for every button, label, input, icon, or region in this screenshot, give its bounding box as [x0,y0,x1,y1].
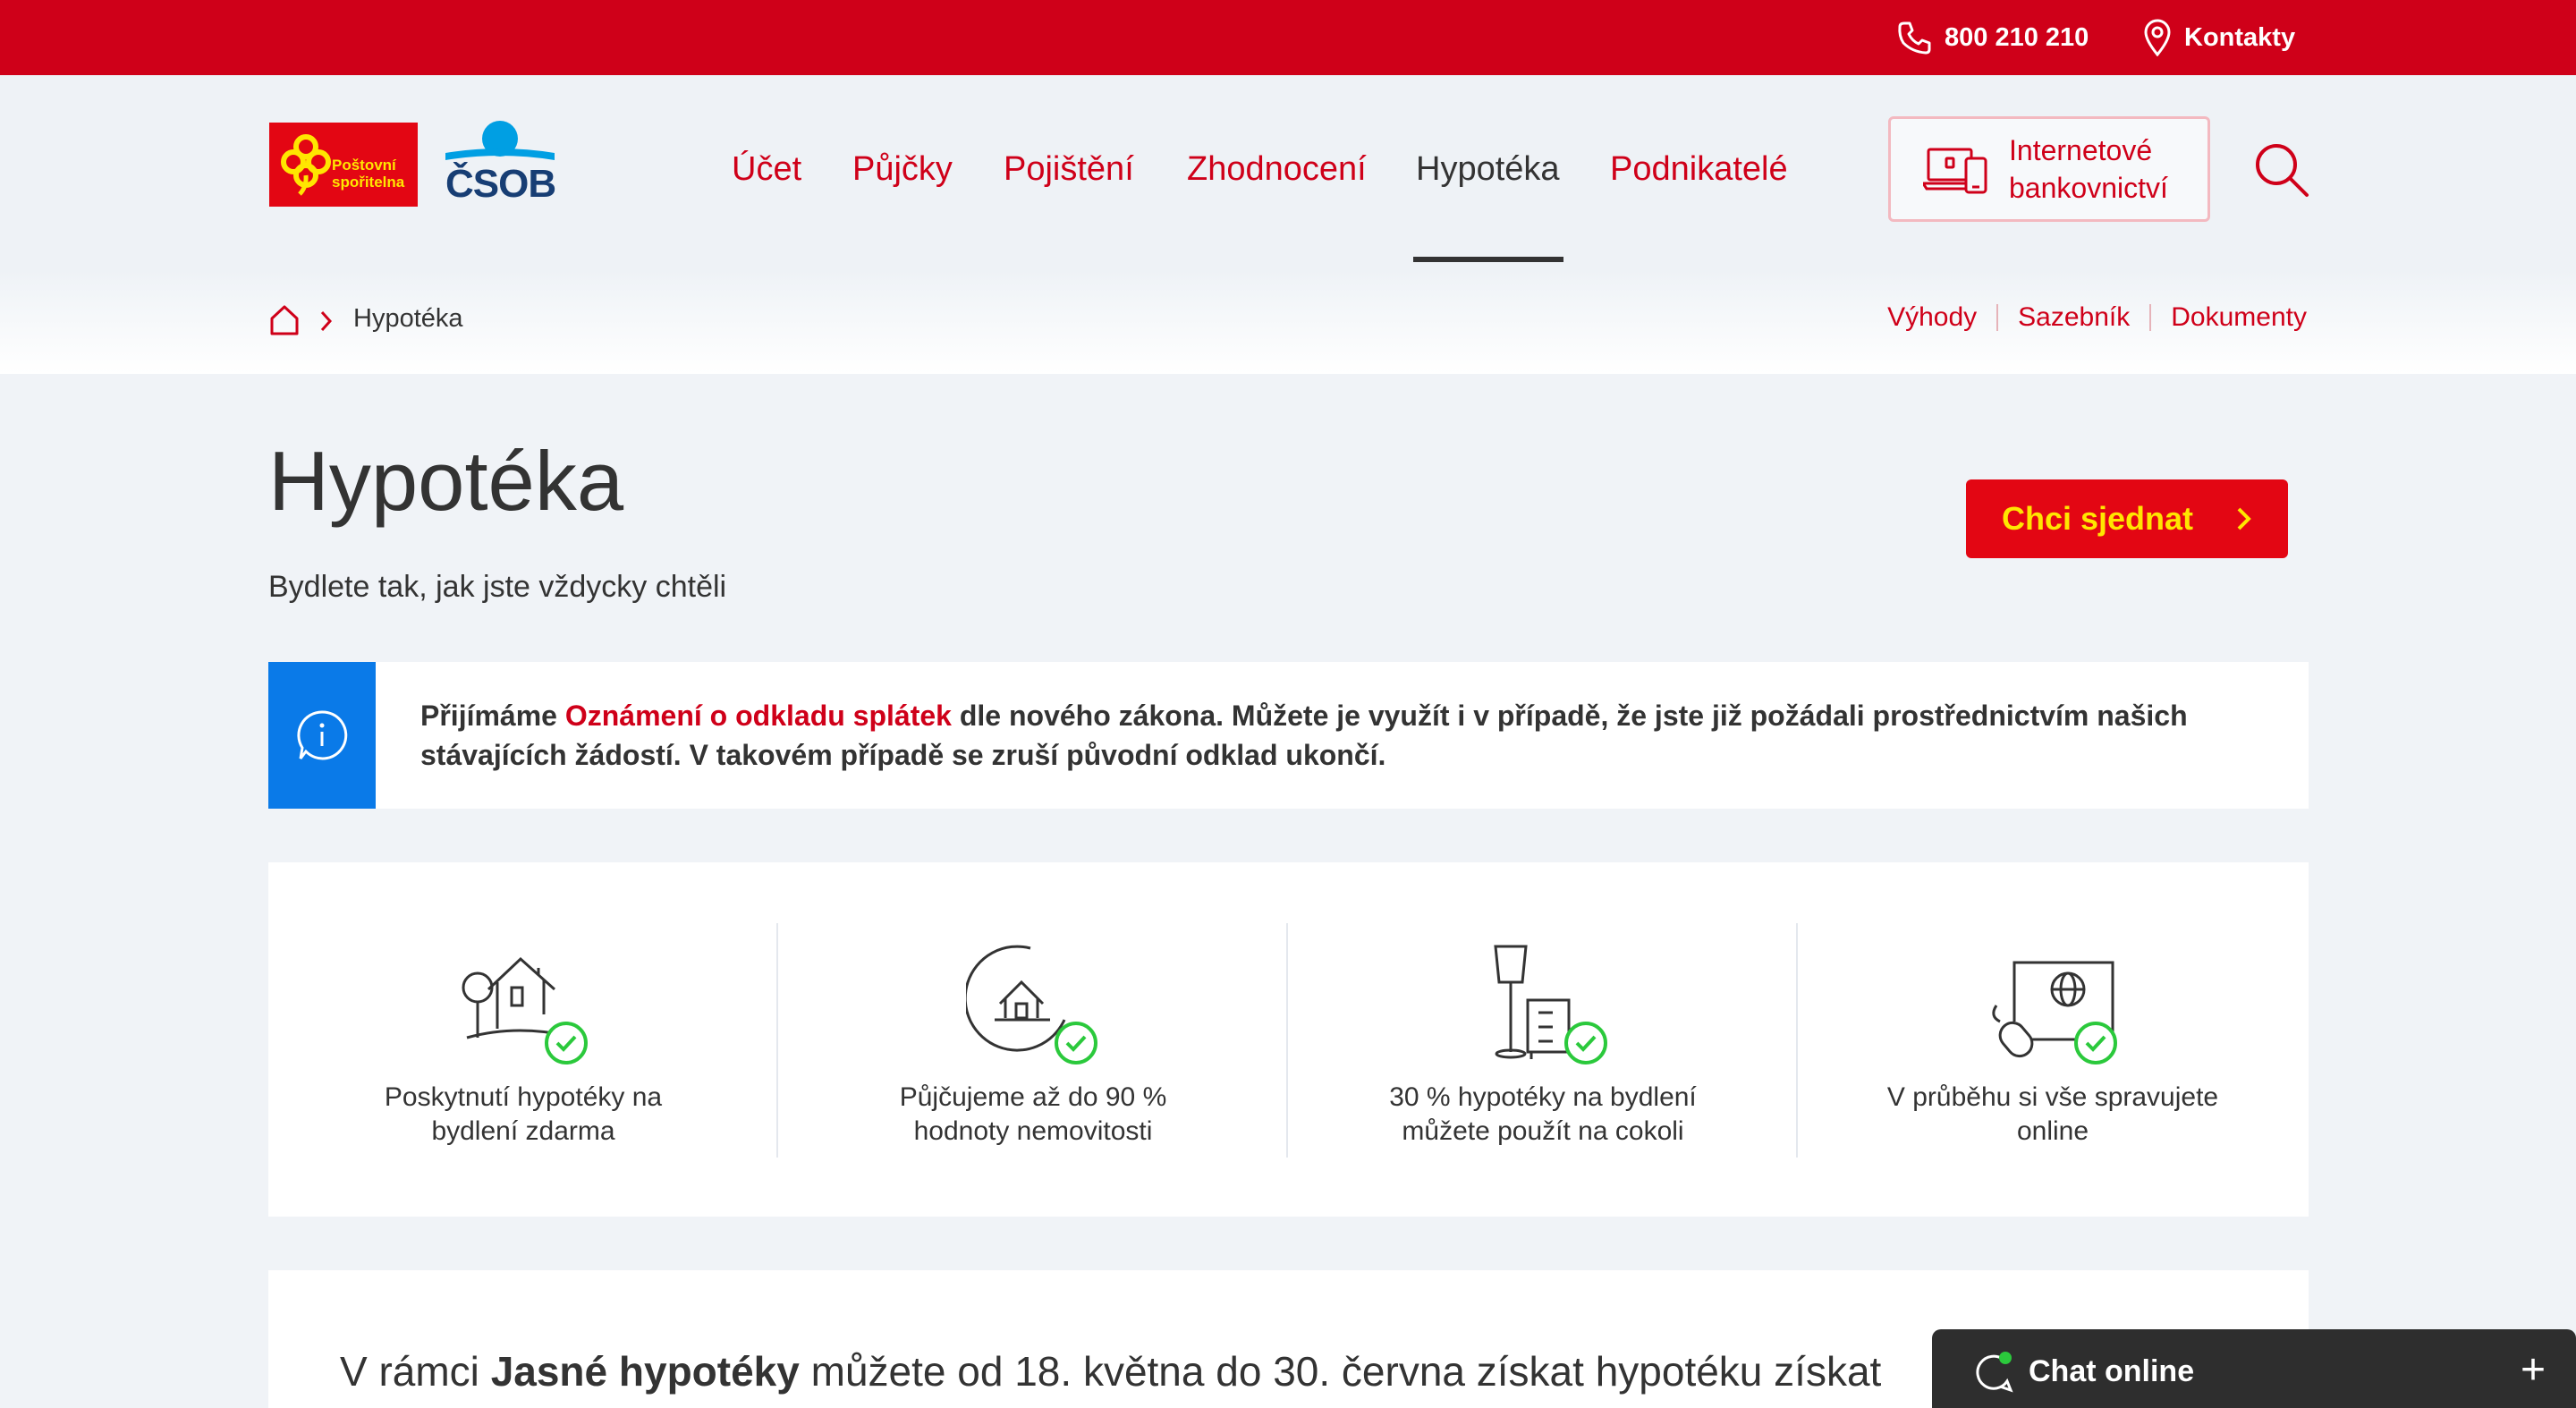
feature-item: V průběhu si vše spravujete online [1798,862,2308,1217]
internet-banking-button[interactable]: Internetové bankovnictví [1888,116,2210,222]
csob-logo[interactable]: ČSOB [445,121,556,210]
phone-icon [1898,21,1931,55]
feature-label: Poskytnutí hypotéky na bydlení zdarma [384,1082,663,1146]
subnav-sazebnik[interactable]: Sazebník [2018,302,2130,333]
postovni-sporitelna-logo[interactable]: Poštovní spořitelna [269,123,418,207]
subnav-divider [1996,304,1999,331]
feature-item: 30 % hypotéky na bydlení můžete použít na… [1288,862,1798,1217]
chevron-right-icon [2237,507,2251,530]
chat-widget[interactable]: Chat online + [1932,1329,2576,1408]
info-text: Přijímáme Oznámení o odkladu splátek dle… [420,700,2188,771]
nav-item-podnikatele[interactable]: Podnikatelé [1610,150,1788,189]
feature-item: Půjčujeme až do 90 % hodnoty nemovitosti [778,862,1288,1217]
chat-label: Chat online [2029,1354,2195,1388]
page-lead: Bydlete tak, jak jste vždycky chtěli [268,570,727,604]
postovni-logo-text: Poštovní spořitelna [332,157,405,191]
nav-item-hypoteka[interactable]: Hypotéka [1416,150,1560,189]
breadcrumb-current: Hypotéka [353,304,463,333]
contacts-link[interactable]: Kontakty [2143,0,2295,75]
house-tree-check-icon [462,956,588,1064]
nav-active-indicator [1413,257,1563,262]
search-icon[interactable] [2253,141,2310,199]
home-icon[interactable] [269,304,300,336]
furniture-check-icon [1494,945,1607,1064]
feature-label: V průběhu si vše spravujete online [1886,1082,2219,1146]
computer-check-icon [1992,961,2117,1064]
info-icon [297,710,348,760]
chevron-right-icon [320,310,333,332]
phone-number: 800 210 210 [1945,22,2089,52]
csob-mark-icon [445,121,555,160]
subnav-divider [2149,304,2152,331]
info-link[interactable]: Oznámení o odkladu splátek [565,700,952,732]
location-pin-icon [2144,19,2171,56]
cta-button[interactable]: Chci sjednat [1966,479,2288,558]
page-title: Hypotéka [268,434,624,528]
promo-text: V rámci Jasné hypotéky můžete od 18. kvě… [340,1348,1882,1395]
feature-label: Půjčujeme až do 90 % hodnoty nemovitosti [899,1082,1167,1146]
nav-item-pujcky[interactable]: Půjčky [852,150,953,189]
laptop-phone-icon [1923,148,1987,194]
chat-bubble-icon [1976,1352,2013,1393]
clover-icon [281,134,331,196]
subnav-dokumenty[interactable]: Dokumenty [2171,302,2307,333]
house-circle-check-icon [966,945,1097,1064]
info-notice: Přijímáme Oznámení o odkladu splátek dle… [268,662,2309,809]
header: Poštovní spořitelna ČSOB Účet Půjčky Poj… [0,75,2576,374]
feature-item: Poskytnutí hypotéky na bydlení zdarma [268,862,778,1217]
chat-expand-icon[interactable]: + [2521,1345,2546,1395]
cta-label: Chci sjednat [2002,500,2194,537]
subnav: Výhody Sazebník Dokumenty [1887,302,2307,333]
nav-item-zhodnoceni[interactable]: Zhodnocení [1187,150,1367,189]
subnav-vyhody[interactable]: Výhody [1887,302,1977,333]
info-icon-box [268,662,376,809]
features-panel: Poskytnutí hypotéky na bydlení zdarma Půj… [268,862,2309,1217]
internet-banking-label: Internetové bankovnictví [2009,134,2168,204]
top-bar: 800 210 210 Kontakty [0,0,2576,75]
contacts-label: Kontakty [2184,22,2296,52]
feature-label: 30 % hypotéky na bydlení můžete použít na… [1389,1082,1697,1146]
phone-link[interactable]: 800 210 210 [1896,0,2089,75]
nav-item-pojisteni[interactable]: Pojištění [1004,150,1134,189]
nav-item-ucet[interactable]: Účet [732,150,801,189]
